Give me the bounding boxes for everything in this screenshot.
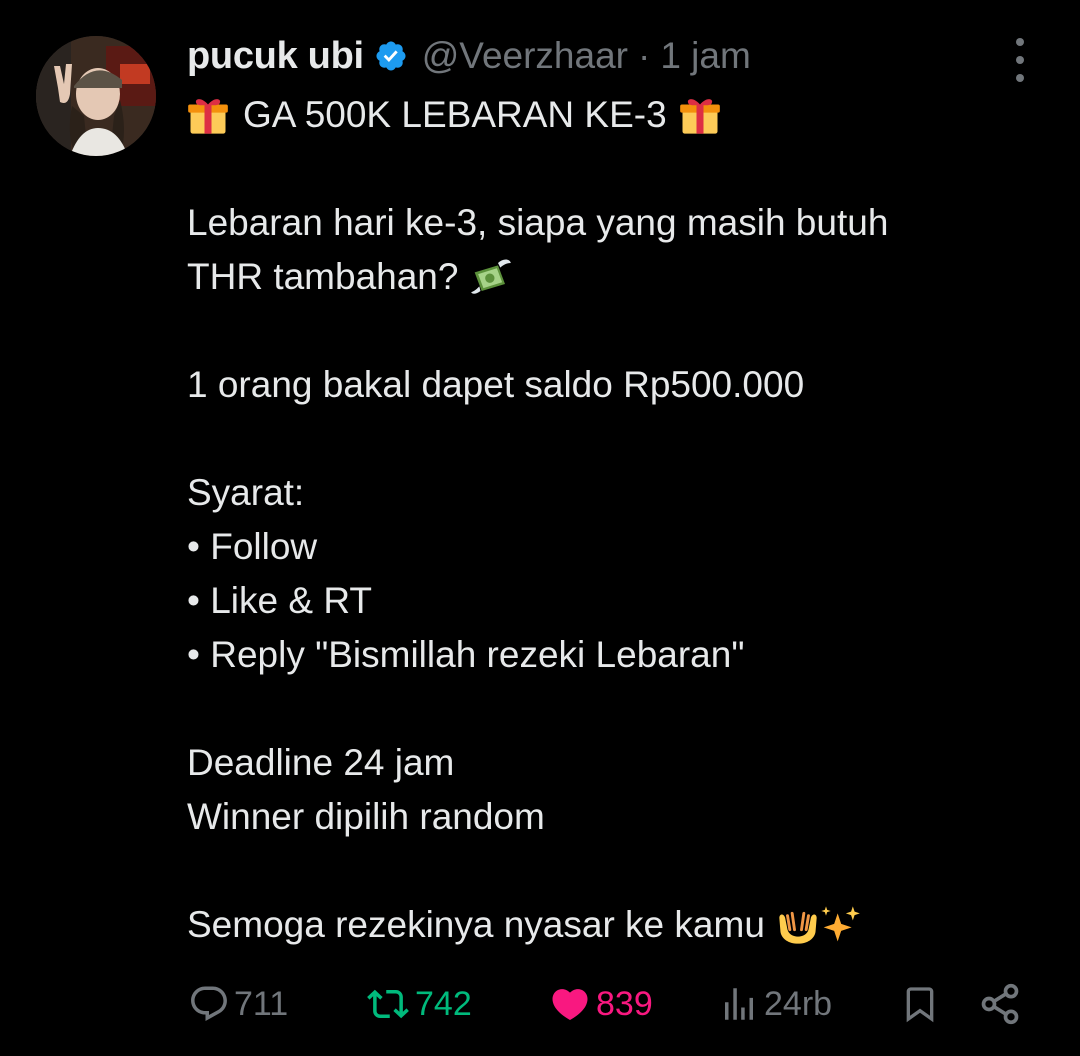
headline-text: GA 500K LEBARAN KE-3	[243, 94, 667, 135]
gift-emoji-icon	[679, 94, 721, 136]
separator-dot: ·	[637, 35, 651, 76]
more-dot-icon	[1016, 38, 1024, 46]
text-line: 1 orang bakal dapet saldo Rp500.000	[187, 364, 805, 405]
text-line: • Like & RT	[187, 580, 372, 621]
thr-text: THR tambahan?	[187, 256, 459, 297]
closing-text: Semoga rezekinya nyasar ke kamu	[187, 904, 765, 945]
retweet-icon	[365, 983, 411, 1025]
reply-button[interactable]: 711	[188, 976, 288, 1032]
text-line: Winner dipilih random	[187, 796, 545, 837]
headline-line: GA 500K LEBARAN KE-3	[187, 88, 1047, 142]
handle[interactable]: @Veerzhaar	[422, 35, 628, 77]
more-dot-icon	[1016, 74, 1024, 82]
display-name[interactable]: pucuk ubi	[187, 35, 364, 78]
text-line: THR tambahan?	[187, 250, 1047, 304]
gift-emoji-icon	[187, 94, 229, 136]
text-line: • Follow	[187, 526, 318, 567]
share-icon	[978, 982, 1022, 1026]
verified-badge-icon	[374, 39, 408, 73]
text-line: Syarat:	[187, 472, 305, 513]
action-bar: 711 742 839 24rb	[0, 976, 1080, 1032]
like-button[interactable]: 839	[548, 976, 653, 1032]
tweet-header: pucuk ubi @Veerzhaar · 1 jam	[187, 30, 751, 82]
reply-icon	[188, 983, 230, 1025]
views-chart-icon	[718, 983, 760, 1025]
tweet[interactable]: pucuk ubi @Veerzhaar · 1 jam GA 500K LEB…	[0, 0, 1080, 1056]
text-line: Lebaran hari ke-3, siapa yang masih butu…	[187, 202, 889, 243]
bookmark-button[interactable]	[900, 976, 940, 1032]
reply-count: 711	[234, 984, 289, 1023]
bookmark-icon	[900, 982, 940, 1026]
retweet-count: 742	[415, 984, 472, 1023]
text-line: Semoga rezekinya nyasar ke kamu	[187, 898, 1047, 952]
palms-up-together-emoji-icon	[777, 904, 819, 946]
views-count: 24rb	[764, 984, 833, 1023]
more-dot-icon	[1016, 56, 1024, 64]
like-count: 839	[596, 984, 653, 1023]
more-options-button[interactable]	[1000, 38, 1040, 82]
heart-filled-icon	[548, 983, 592, 1025]
views-button[interactable]: 24rb	[718, 976, 832, 1032]
share-button[interactable]	[978, 976, 1022, 1032]
tweet-text: GA 500K LEBARAN KE-3 Lebaran hari ke-3, …	[187, 88, 1047, 952]
avatar[interactable]	[36, 36, 156, 156]
sparkles-emoji-icon	[819, 904, 861, 946]
retweet-button[interactable]: 742	[365, 976, 472, 1032]
text-line: • Reply "Bismillah rezeki Lebaran"	[187, 634, 745, 675]
money-with-wings-emoji-icon	[470, 256, 512, 298]
timestamp[interactable]: 1 jam	[660, 35, 750, 77]
text-line: Deadline 24 jam	[187, 742, 455, 783]
